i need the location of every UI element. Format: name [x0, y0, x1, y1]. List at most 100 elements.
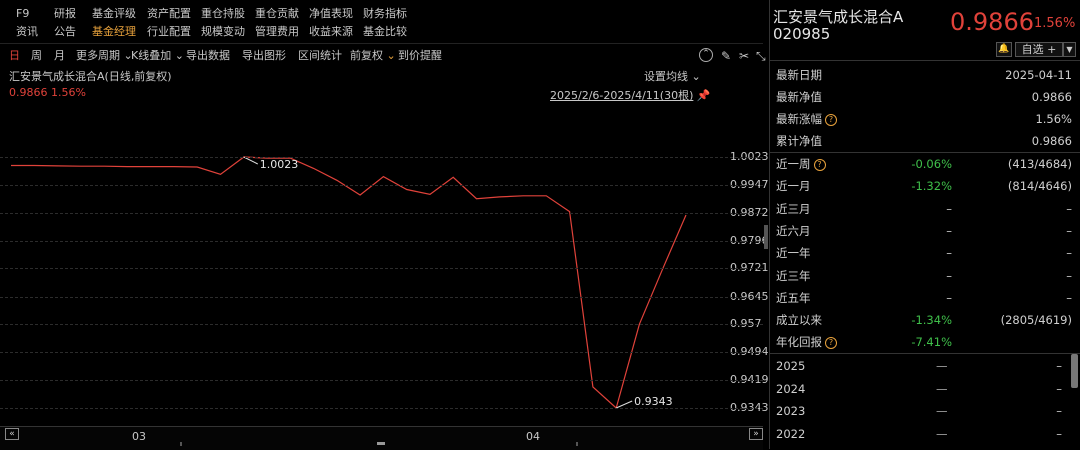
- grid-line: [0, 408, 763, 409]
- menu-item-asset-allocation[interactable]: 资产配置: [147, 5, 191, 23]
- period-label: 近一月: [776, 175, 811, 197]
- year-return: —: [936, 404, 948, 418]
- info-value: 0.9866: [1031, 90, 1072, 104]
- chart-value-line: 0.9866 1.56%: [9, 86, 86, 99]
- menu-item-holding-contribution[interactable]: 重仓贡献: [255, 5, 299, 23]
- period-row: 年化回报? -7.41%: [776, 331, 1076, 353]
- x-axis-minor-mark: [180, 442, 182, 446]
- x-axis-minor-mark: [576, 442, 578, 446]
- period-pct: -1.34%: [911, 313, 952, 328]
- fund-price: 0.9866: [950, 8, 1034, 36]
- alert-bell-button[interactable]: 🔔: [996, 42, 1012, 57]
- period-label: 近五年: [776, 287, 811, 309]
- grid-line: [0, 324, 763, 325]
- nav-series-line: [11, 156, 687, 410]
- year-rank: –: [1056, 426, 1062, 441]
- year-return: —: [936, 426, 948, 441]
- period-row: 近一月 -1.32% (814/4646): [776, 175, 1076, 197]
- chart-vertical-handle[interactable]: [764, 225, 768, 249]
- year-label: 2025: [776, 359, 806, 373]
- menu-item-fund-compare[interactable]: 基金比较: [363, 23, 407, 41]
- adjust-dropdown[interactable]: 前复权 ⌄: [350, 47, 396, 65]
- help-icon[interactable]: ?: [825, 114, 837, 126]
- scroll-left-button[interactable]: «: [5, 428, 19, 440]
- info-row: 最新涨幅? 1.56%: [776, 108, 1076, 130]
- range-stats-button[interactable]: 区间统计: [298, 47, 342, 65]
- period-pct: -7.41%: [911, 335, 952, 350]
- period-pct: –: [946, 223, 952, 238]
- menu-item-industry-allocation[interactable]: 行业配置: [147, 23, 191, 41]
- help-icon[interactable]: ?: [813, 159, 826, 171]
- year-rank: –: [1056, 359, 1062, 373]
- menu-item-nav-performance[interactable]: 净值表现: [309, 5, 353, 23]
- x-tick-04: 04: [526, 430, 540, 443]
- period-pct: –: [946, 290, 952, 305]
- period-label: 近一年: [776, 242, 811, 264]
- menu-item-fund-manager[interactable]: 基金经理: [92, 23, 136, 41]
- period-rank: –: [1066, 246, 1072, 261]
- scroll-right-button[interactable]: »: [749, 428, 763, 440]
- menu-item-news[interactable]: 资讯: [16, 23, 38, 41]
- menu-item-f9[interactable]: F9: [16, 5, 29, 23]
- watchlist-dropdown[interactable]: ▼: [1063, 42, 1076, 57]
- period-pct: –: [946, 268, 952, 283]
- period-label: 近一周?: [776, 153, 826, 175]
- expand-icon[interactable]: ⤡: [756, 47, 766, 65]
- menu-item-size-change[interactable]: 规模变动: [201, 23, 245, 41]
- info-label-text: 累计净值: [776, 134, 822, 148]
- years-separator: [770, 353, 1080, 354]
- period-week-button[interactable]: 周: [31, 47, 42, 65]
- period-row: 近一周? -0.06% (413/4684): [776, 153, 1076, 175]
- period-label-text: 近五年: [776, 290, 811, 305]
- period-row: 近三年 – –: [776, 265, 1076, 287]
- period-month-button[interactable]: 月: [54, 47, 65, 65]
- min-annotation-label: 0.9343: [634, 395, 673, 408]
- tools-icon[interactable]: ✂: [739, 47, 749, 65]
- more-periods-dropdown[interactable]: 更多周期 ⌄: [76, 47, 133, 65]
- draw-pen-icon[interactable]: ✎: [721, 47, 731, 65]
- period-rank: –: [1066, 223, 1072, 238]
- year-label: 2022: [776, 426, 806, 441]
- period-label: 近三年: [776, 265, 811, 287]
- ma-setting-label: 设置均线: [644, 70, 688, 83]
- period-rank: –: [1066, 290, 1072, 305]
- menu-item-management-fee[interactable]: 管理费用: [255, 23, 299, 41]
- help-icon[interactable]: ?: [825, 337, 837, 350]
- grid-line: [0, 297, 763, 298]
- year-row: 2025 — –: [776, 355, 1076, 377]
- menu-item-top-holdings[interactable]: 重仓持股: [201, 5, 245, 23]
- period-day-button[interactable]: 日: [9, 47, 20, 65]
- period-label-text: 近三月: [776, 201, 811, 216]
- collapse-icon[interactable]: ⌃: [699, 48, 713, 62]
- export-image-button[interactable]: 导出图形: [242, 47, 286, 65]
- fund-code: 020985: [773, 25, 831, 43]
- ma-setting-dropdown[interactable]: 设置均线 ⌄: [644, 68, 701, 84]
- watchlist-button[interactable]: 自选 +: [1015, 42, 1063, 57]
- period-label: 近六月: [776, 220, 811, 242]
- year-label: 2023: [776, 404, 806, 418]
- info-label-text: 最新涨幅: [776, 112, 822, 126]
- export-data-button[interactable]: 导出数据: [186, 47, 230, 65]
- info-row: 累计净值 0.9866: [776, 130, 1076, 152]
- menu-item-rating[interactable]: 基金评级: [92, 5, 136, 23]
- year-return: —: [936, 359, 948, 373]
- period-label-text: 近三年: [776, 268, 811, 283]
- period-label-text: 近六月: [776, 223, 811, 238]
- menu-item-financials[interactable]: 财务指标: [363, 5, 407, 23]
- year-row: 2022 — –: [776, 423, 1076, 445]
- grid-line: [0, 268, 763, 269]
- price-alert-button[interactable]: 到价提醒: [398, 47, 442, 65]
- period-rank: (413/4684): [1007, 157, 1072, 171]
- menu-item-research[interactable]: 研报: [54, 5, 76, 23]
- right-panel-scrollbar[interactable]: [1071, 354, 1078, 388]
- menu-item-income-source[interactable]: 收益来源: [309, 23, 353, 41]
- x-axis-center-marker[interactable]: [377, 442, 385, 445]
- grid-line: [0, 185, 763, 186]
- right-panel-divider: [769, 0, 770, 449]
- k-overlay-dropdown[interactable]: K线叠加 ⌄: [131, 47, 184, 65]
- menu-item-announcements[interactable]: 公告: [54, 23, 76, 41]
- period-pct: -0.06%: [911, 157, 952, 171]
- period-label-text: 年化回报: [776, 335, 822, 350]
- adjust-label: 前复权: [350, 49, 383, 62]
- year-rank: –: [1056, 381, 1062, 396]
